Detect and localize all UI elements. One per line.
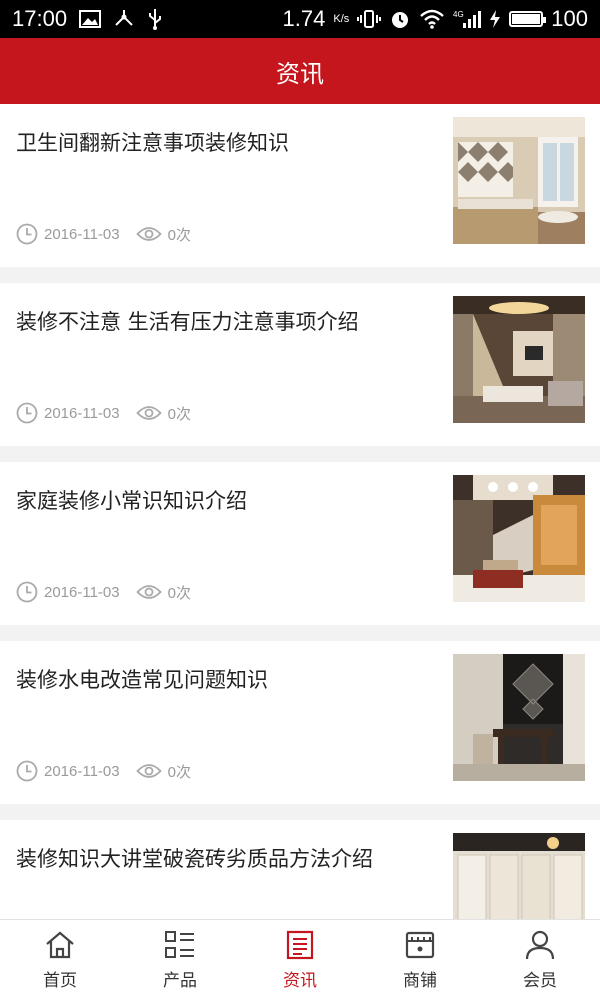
eye-icon (135, 764, 162, 778)
vibrate-icon (357, 10, 382, 28)
eye-icon (135, 406, 162, 420)
battery-percent: 100 (551, 6, 588, 31)
article-title[interactable]: 装修水电改造常见问题知识 (16, 665, 436, 695)
article-date: 2016-11-03 (44, 404, 120, 422)
article-date: 2016-11-03 (44, 583, 120, 601)
article-views: 0次 (167, 763, 191, 781)
tab-products[interactable]: 产品 (120, 920, 240, 1000)
article-thumbnail[interactable] (453, 654, 585, 781)
article-meta: 2016-11-03 0次 (16, 402, 191, 424)
article-views: 0次 (167, 226, 191, 244)
share-icon (115, 10, 133, 26)
clock-icon (16, 402, 38, 424)
document-icon (286, 930, 314, 959)
article-thumbnail[interactable] (453, 833, 585, 919)
article-title[interactable]: 装修不注意 生活有压力注意事项介绍 (16, 307, 436, 337)
clock-icon (16, 223, 38, 245)
list-item[interactable]: 家庭装修小常识知识介绍 2016-11-03 0次 (0, 462, 600, 625)
status-bar: 17:00 1.74 K/s 4G 100 (0, 0, 600, 38)
clock-icon (16, 760, 38, 782)
tab-shop-label: 商铺 (403, 970, 437, 991)
grid-list-icon (165, 930, 194, 958)
list-item[interactable]: 装修水电改造常见问题知识 2016-11-03 0次 (0, 641, 600, 804)
article-list[interactable]: 卫生间翻新注意事项装修知识 2016-11-03 0次 装修不注意 生活有压力注… (0, 104, 600, 919)
page-title: 资讯 (276, 59, 324, 88)
tab-products-label: 产品 (163, 970, 197, 991)
bottom-tab-bar: 首页 产品 资讯 商铺 会员 (0, 919, 600, 1000)
article-views: 0次 (167, 405, 191, 423)
charging-icon (490, 10, 501, 28)
tab-member[interactable]: 会员 (480, 920, 600, 1000)
image-icon (79, 10, 102, 28)
net-unit: K/s (333, 13, 350, 25)
article-meta: 2016-11-03 0次 (16, 581, 191, 603)
list-item[interactable]: 装修知识大讲堂破瓷砖劣质品方法介绍 2016-11-03 0次 (0, 820, 600, 919)
store-icon (405, 931, 435, 958)
tab-shop[interactable]: 商铺 (360, 920, 480, 1000)
usb-icon (149, 9, 162, 30)
tab-news-label: 资讯 (283, 970, 317, 991)
tab-home[interactable]: 首页 (0, 920, 120, 1000)
alarm-icon (392, 12, 409, 28)
list-item[interactable]: 卫生间翻新注意事项装修知识 2016-11-03 0次 (0, 104, 600, 267)
net-speed: 1.74 (282, 6, 326, 31)
eye-icon (135, 227, 162, 241)
eye-icon (135, 585, 162, 599)
battery-icon (509, 11, 547, 27)
signal-icon: 4G (453, 10, 482, 28)
article-title[interactable]: 卫生间翻新注意事项装修知识 (16, 128, 436, 158)
clock-icon (16, 581, 38, 603)
tab-news[interactable]: 资讯 (240, 920, 360, 1000)
article-thumbnail[interactable] (453, 296, 585, 423)
home-icon (46, 931, 74, 958)
tab-member-label: 会员 (523, 970, 557, 991)
article-thumbnail[interactable] (453, 475, 585, 602)
article-title[interactable]: 装修知识大讲堂破瓷砖劣质品方法介绍 (16, 844, 436, 874)
article-meta: 2016-11-03 0次 (16, 223, 191, 245)
article-thumbnail[interactable] (453, 117, 585, 244)
article-date: 2016-11-03 (44, 225, 120, 243)
tab-home-label: 首页 (43, 970, 77, 991)
article-date: 2016-11-03 (44, 762, 120, 780)
article-title[interactable]: 家庭装修小常识知识介绍 (16, 486, 436, 516)
article-meta: 2016-11-03 0次 (16, 760, 191, 782)
status-time: 17:00 (12, 6, 68, 31)
svg-text:4G: 4G (453, 10, 464, 19)
person-icon (525, 930, 555, 959)
wifi-icon (420, 9, 445, 29)
list-item[interactable]: 装修不注意 生活有压力注意事项介绍 2016-11-03 0次 (0, 283, 600, 446)
app-header: 资讯 (0, 38, 600, 104)
article-views: 0次 (167, 584, 191, 602)
